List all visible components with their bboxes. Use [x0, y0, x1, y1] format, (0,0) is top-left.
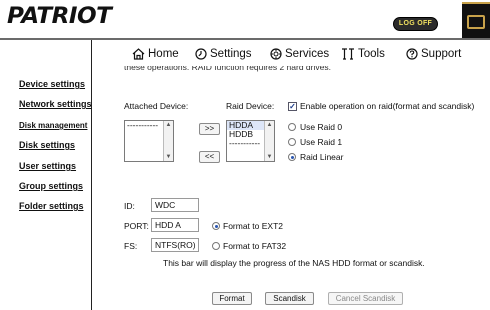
fs-label: FS: — [124, 241, 138, 251]
help-icon — [406, 48, 418, 60]
sidebar-item-disk-settings[interactable]: Disk settings — [19, 140, 75, 150]
format-ext2-radio[interactable] — [212, 222, 220, 230]
sidebar-item-disk-management[interactable]: Disk management — [19, 121, 87, 130]
format-fat32-radio[interactable] — [212, 242, 220, 250]
add-to-raid-button[interactable]: >> — [199, 123, 220, 135]
sidebar-item-network-settings[interactable]: Network settings — [19, 99, 92, 109]
scandisk-button[interactable]: Scandisk — [265, 292, 314, 305]
port-label: PORT: — [124, 221, 149, 231]
raid0-label: Use Raid 0 — [300, 122, 343, 132]
id-field[interactable]: WDC — [151, 198, 199, 212]
raid-linear-label: Raid Linear — [300, 152, 344, 162]
id-label: ID: — [124, 201, 135, 211]
attached-device-list[interactable]: ----------- ▲ ▼ — [124, 120, 174, 162]
tools-icon — [342, 48, 354, 60]
nav-support[interactable]: Support — [406, 44, 461, 64]
nav-support-label: Support — [421, 48, 462, 60]
patriot-logo: PATRIOT — [7, 4, 112, 29]
sidebar-divider — [91, 40, 92, 310]
raid1-radio[interactable] — [288, 138, 296, 146]
nav-home-label: Home — [148, 48, 179, 60]
nav-tools-label: Tools — [358, 48, 385, 60]
nav-services-label: Services — [285, 48, 330, 60]
clock-icon — [195, 48, 207, 60]
sidebar-item-device-settings[interactable]: Device settings — [19, 79, 85, 89]
enable-raid-checkbox[interactable]: ✓ — [288, 102, 297, 111]
progress-info-text: This bar will display the progress of th… — [163, 258, 425, 268]
format-fat32-label: Format to FAT32 — [223, 241, 287, 251]
remove-from-raid-button[interactable]: << — [199, 151, 220, 163]
attached-device-label: Attached Device: — [124, 101, 189, 111]
header-divider — [0, 38, 490, 40]
fs-field[interactable]: NTFS(RO) — [151, 238, 199, 252]
scrollbar[interactable]: ▲ ▼ — [264, 121, 274, 161]
nav-settings[interactable]: Settings — [195, 44, 252, 64]
gear-icon — [270, 48, 282, 60]
scrollbar[interactable]: ▲ ▼ — [163, 121, 173, 161]
nav-tools[interactable]: Tools — [341, 44, 385, 64]
raid0-radio[interactable] — [288, 123, 296, 131]
sidebar-item-user-settings[interactable]: User settings — [19, 161, 76, 171]
raid-linear-radio[interactable] — [288, 153, 296, 161]
cancel-scandisk-button[interactable]: Cancel Scandisk — [328, 292, 403, 305]
raid1-label: Use Raid 1 — [300, 137, 343, 147]
truncated-info-text: these operations. RAID function requires… — [124, 66, 331, 72]
log-off-button[interactable]: LOG OFF — [393, 17, 438, 31]
device-image — [462, 2, 490, 38]
sidebar-item-folder-settings[interactable]: Folder settings — [19, 201, 84, 211]
sidebar-item-group-settings[interactable]: Group settings — [19, 181, 83, 191]
nav-services[interactable]: Services — [270, 44, 329, 64]
raid-device-label: Raid Device: — [226, 101, 275, 111]
nav-home[interactable]: Home — [132, 44, 179, 64]
format-button[interactable]: Format — [212, 292, 252, 305]
top-banner: PATRIOT LOG OFF — [0, 0, 490, 38]
raid-device-list[interactable]: HDDA HDDB ----------- ▲ ▼ — [226, 120, 275, 162]
nav-settings-label: Settings — [210, 48, 252, 60]
enable-raid-label: Enable operation on raid(format and scan… — [300, 101, 475, 111]
format-ext2-label: Format to EXT2 — [223, 221, 283, 231]
home-icon — [132, 48, 145, 60]
port-field[interactable]: HDD A — [151, 218, 199, 232]
